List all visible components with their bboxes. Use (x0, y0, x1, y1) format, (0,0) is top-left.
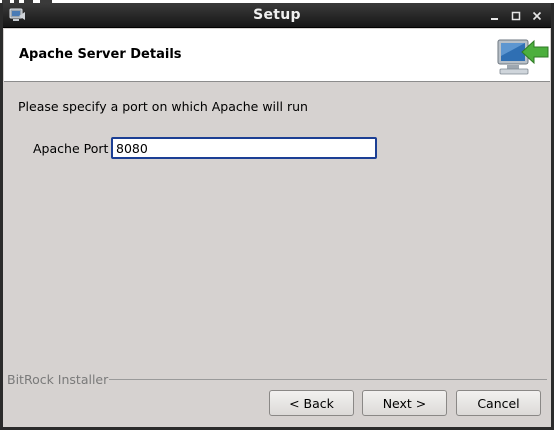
minimize-icon[interactable] (487, 7, 503, 24)
apache-port-input[interactable] (111, 137, 377, 159)
apache-port-label: Apache Port (33, 141, 109, 156)
window-title: Setup (253, 7, 301, 23)
footer-divider (109, 379, 547, 380)
instruction-text: Please specify a port on which Apache wi… (18, 99, 308, 114)
page-title: Apache Server Details (19, 47, 182, 62)
setup-window: Setup Apache Server Details Please speci… (0, 3, 554, 430)
maximize-icon[interactable] (508, 7, 524, 24)
header-panel: Apache Server Details (4, 29, 550, 82)
computer-arrow-icon (494, 36, 550, 78)
cancel-button[interactable]: Cancel (456, 390, 541, 416)
close-icon[interactable] (529, 7, 545, 24)
back-button[interactable]: < Back (269, 390, 354, 416)
next-button[interactable]: Next > (362, 390, 447, 416)
installer-brand-label: BitRock Installer (7, 372, 109, 387)
window-controls (487, 7, 545, 24)
title-bar[interactable]: Setup (3, 3, 551, 28)
